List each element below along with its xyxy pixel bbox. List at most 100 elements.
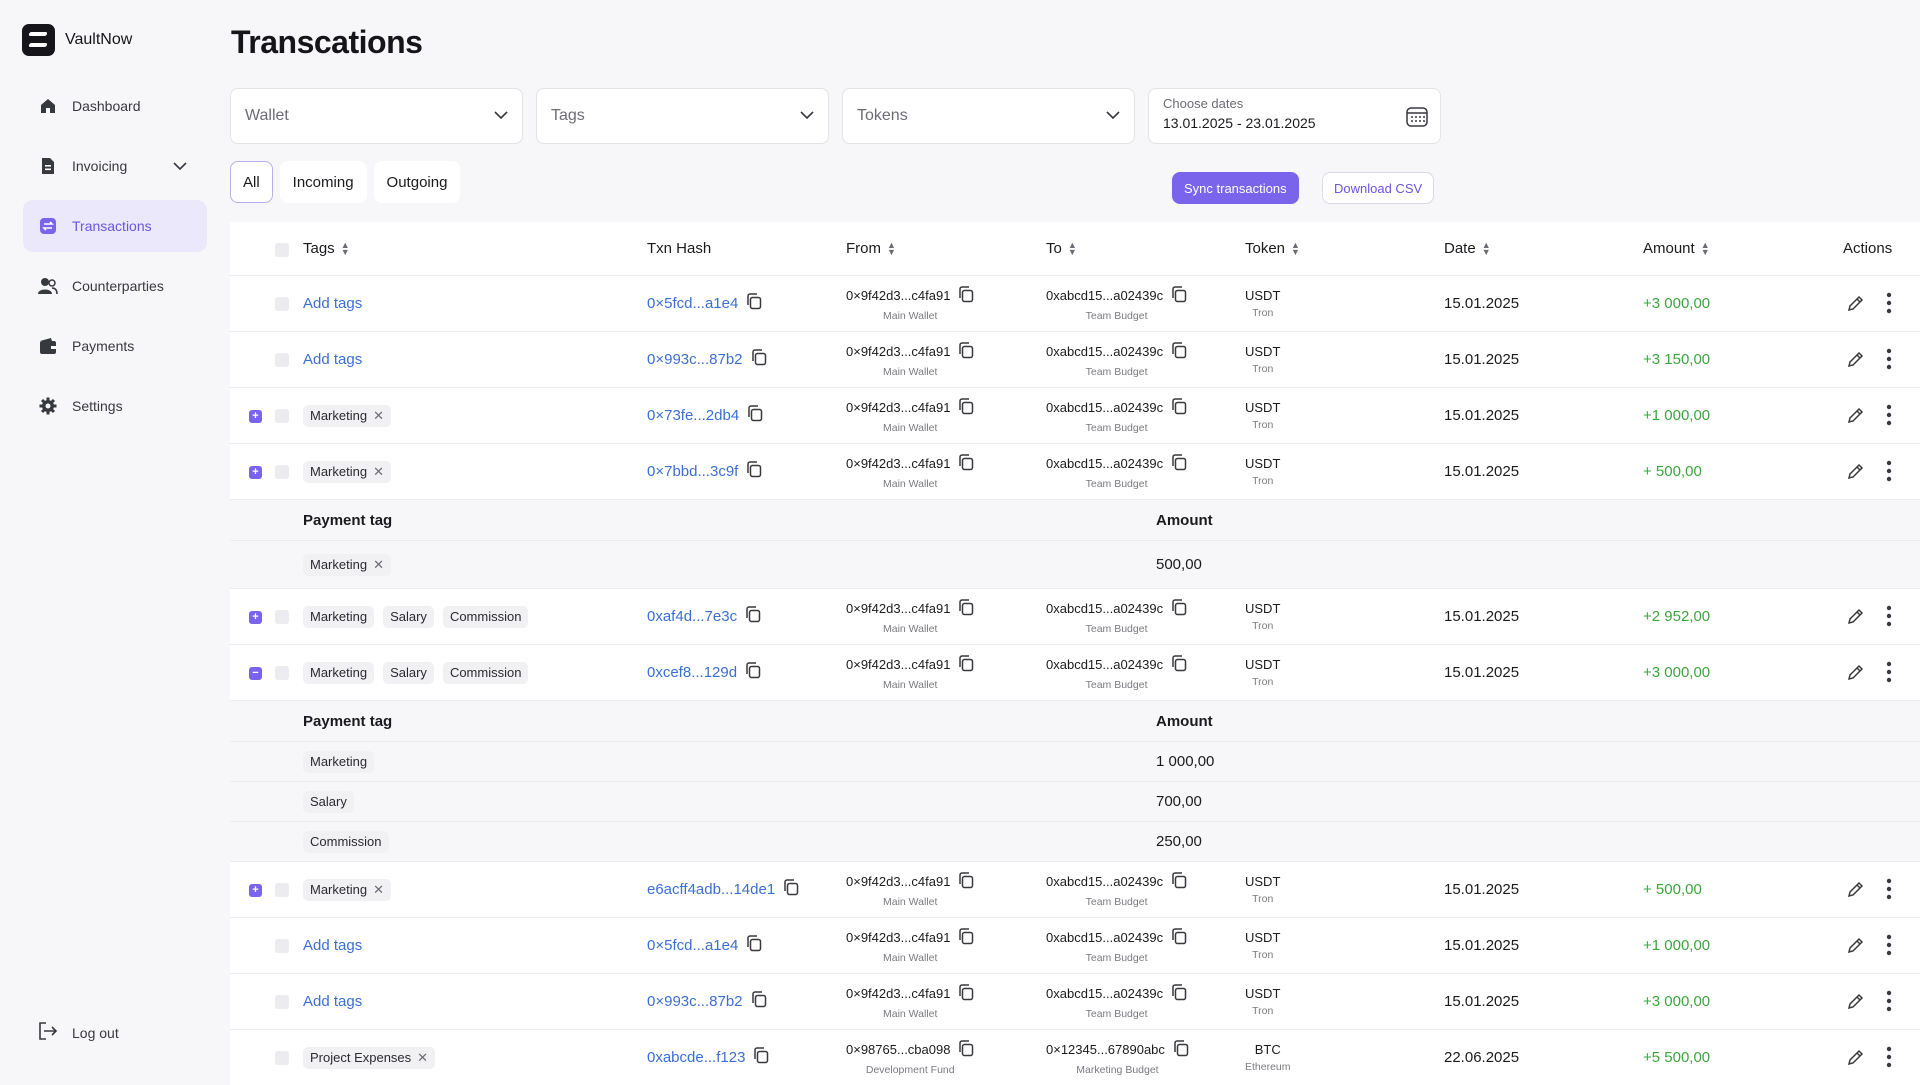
copy-icon[interactable] — [1171, 453, 1187, 474]
copy-icon[interactable] — [745, 662, 761, 683]
row-checkbox[interactable] — [275, 883, 289, 897]
copy-icon[interactable] — [747, 405, 763, 426]
more-icon[interactable] — [1886, 1046, 1892, 1073]
more-icon[interactable] — [1886, 878, 1892, 905]
copy-icon[interactable] — [751, 349, 767, 370]
txn-hash-link[interactable]: 0×5fcd...a1e4 — [647, 295, 738, 312]
txn-hash-link[interactable]: 0×7bbd...3c9f — [647, 463, 738, 480]
row-checkbox[interactable] — [275, 666, 289, 680]
row-checkbox[interactable] — [275, 465, 289, 479]
copy-icon[interactable] — [746, 935, 762, 956]
row-checkbox[interactable] — [275, 353, 289, 367]
calendar-icon[interactable] — [1406, 105, 1428, 132]
tab-all[interactable]: All — [230, 161, 273, 203]
copy-icon[interactable] — [1171, 654, 1187, 675]
more-icon[interactable] — [1886, 990, 1892, 1017]
tab-incoming[interactable]: Incoming — [279, 161, 367, 203]
sidebar-item-invoicing[interactable]: Invoicing — [23, 140, 207, 192]
logout-button[interactable]: Log out — [38, 1022, 119, 1043]
add-tags-link[interactable]: Add tags — [303, 993, 362, 1010]
copy-icon[interactable] — [746, 293, 762, 314]
more-icon[interactable] — [1886, 404, 1892, 431]
txn-hash-link[interactable]: 0xabcde...f123 — [647, 1049, 745, 1066]
wallet-select[interactable]: Wallet — [230, 88, 523, 144]
edit-icon[interactable] — [1846, 936, 1865, 960]
copy-icon[interactable] — [1171, 983, 1187, 1004]
copy-icon[interactable] — [751, 991, 767, 1012]
edit-icon[interactable] — [1846, 462, 1865, 486]
sidebar-item-transactions[interactable]: Transactions — [23, 200, 207, 252]
row-checkbox[interactable] — [275, 1051, 289, 1065]
expand-icon[interactable]: + — [249, 466, 262, 479]
row-checkbox[interactable] — [275, 939, 289, 953]
header-date[interactable]: Date ▲ ▼ — [1444, 222, 1491, 275]
copy-icon[interactable] — [745, 606, 761, 627]
copy-icon[interactable] — [753, 1047, 769, 1068]
remove-tag-icon[interactable]: ✕ — [373, 464, 384, 480]
header-amount[interactable]: Amount ▲ ▼ — [1643, 222, 1710, 275]
row-checkbox[interactable] — [275, 610, 289, 624]
edit-icon[interactable] — [1846, 663, 1865, 687]
copy-icon[interactable] — [958, 871, 974, 892]
copy-icon[interactable] — [783, 879, 799, 900]
txn-hash-link[interactable]: 0×993c...87b2 — [647, 993, 743, 1010]
add-tags-link[interactable]: Add tags — [303, 351, 362, 368]
tags-select[interactable]: Tags — [536, 88, 829, 144]
txn-hash-link[interactable]: 0xcef8...129d — [647, 664, 737, 681]
edit-icon[interactable] — [1846, 350, 1865, 374]
sidebar-item-payments[interactable]: Payments — [23, 320, 207, 372]
expand-icon[interactable]: + — [249, 884, 262, 897]
copy-icon[interactable] — [1171, 341, 1187, 362]
select-all-checkbox[interactable] — [275, 243, 289, 257]
copy-icon[interactable] — [1171, 598, 1187, 619]
row-checkbox[interactable] — [275, 409, 289, 423]
copy-icon[interactable] — [958, 598, 974, 619]
copy-icon[interactable] — [1173, 1039, 1189, 1060]
copy-icon[interactable] — [958, 654, 974, 675]
sidebar-item-settings[interactable]: Settings — [23, 380, 207, 432]
chevron-down-icon[interactable] — [173, 158, 187, 174]
txn-hash-link[interactable]: 0xaf4d...7e3c — [647, 608, 737, 625]
more-icon[interactable] — [1886, 460, 1892, 487]
date-range-picker[interactable]: Choose dates 13.01.2025 - 23.01.2025 — [1148, 88, 1441, 144]
edit-icon[interactable] — [1846, 294, 1865, 318]
header-from[interactable]: From ▲ ▼ — [846, 222, 896, 275]
header-tags[interactable]: Tags ▲ ▼ — [303, 222, 350, 275]
expand-icon[interactable]: + — [249, 410, 262, 423]
add-tags-link[interactable]: Add tags — [303, 937, 362, 954]
sidebar-item-dashboard[interactable]: Dashboard — [23, 80, 207, 132]
remove-tag-icon[interactable]: ✕ — [373, 557, 384, 573]
more-icon[interactable] — [1886, 292, 1892, 319]
copy-icon[interactable] — [746, 461, 762, 482]
copy-icon[interactable] — [958, 983, 974, 1004]
remove-tag-icon[interactable]: ✕ — [417, 1050, 428, 1066]
row-checkbox[interactable] — [275, 297, 289, 311]
copy-icon[interactable] — [958, 285, 974, 306]
txn-hash-link[interactable]: 0×73fe...2db4 — [647, 407, 739, 424]
more-icon[interactable] — [1886, 605, 1892, 632]
header-token[interactable]: Token ▲ ▼ — [1245, 222, 1300, 275]
txn-hash-link[interactable]: 0×993c...87b2 — [647, 351, 743, 368]
download-csv-button[interactable]: Download CSV — [1322, 172, 1435, 204]
copy-icon[interactable] — [958, 453, 974, 474]
more-icon[interactable] — [1886, 661, 1892, 688]
copy-icon[interactable] — [958, 927, 974, 948]
row-checkbox[interactable] — [275, 995, 289, 1009]
copy-icon[interactable] — [1171, 397, 1187, 418]
expand-icon[interactable]: + — [249, 611, 262, 624]
edit-icon[interactable] — [1846, 992, 1865, 1016]
tokens-select[interactable]: Tokens — [842, 88, 1135, 144]
remove-tag-icon[interactable]: ✕ — [373, 882, 384, 898]
copy-icon[interactable] — [1171, 927, 1187, 948]
remove-tag-icon[interactable]: ✕ — [373, 408, 384, 424]
copy-icon[interactable] — [1171, 871, 1187, 892]
more-icon[interactable] — [1886, 348, 1892, 375]
edit-icon[interactable] — [1846, 607, 1865, 631]
sync-transactions-button[interactable]: Sync transactions — [1172, 172, 1299, 204]
txn-hash-link[interactable]: 0×5fcd...a1e4 — [647, 937, 738, 954]
header-to[interactable]: To ▲ ▼ — [1046, 222, 1077, 275]
add-tags-link[interactable]: Add tags — [303, 295, 362, 312]
more-icon[interactable] — [1886, 934, 1892, 961]
copy-icon[interactable] — [958, 1039, 974, 1060]
tab-outgoing[interactable]: Outgoing — [373, 161, 461, 203]
